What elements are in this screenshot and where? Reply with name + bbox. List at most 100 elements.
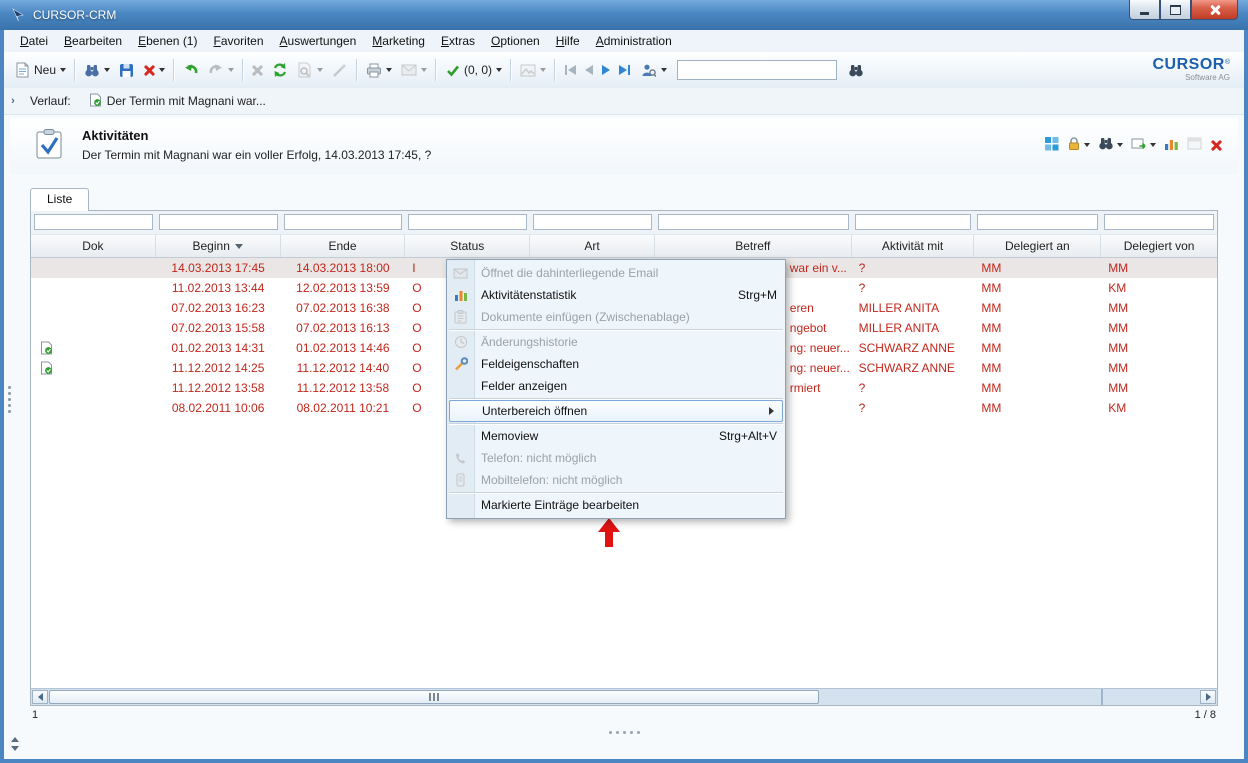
menu-extras[interactable]: Extras: [433, 31, 483, 51]
print-button[interactable]: [361, 59, 396, 82]
menu-favoriten[interactable]: Favoriten: [205, 31, 271, 51]
save-button[interactable]: [114, 59, 139, 82]
refresh-button[interactable]: [267, 59, 292, 82]
document-search-button: [292, 59, 327, 82]
menu-bearbeiten[interactable]: Bearbeiten: [56, 31, 130, 51]
chevron-down-icon: [661, 68, 667, 72]
filter-input-status[interactable]: [408, 214, 527, 230]
filter-input-dok[interactable]: [34, 214, 153, 230]
horizontal-scrollbar[interactable]: [31, 688, 1217, 705]
menu-optionen[interactable]: Optionen: [483, 31, 548, 51]
bottom-panel-toggles[interactable]: [11, 737, 19, 751]
context-item-markierte-eintraege[interactable]: Markierte Einträge bearbeiten: [447, 494, 785, 516]
left-splitter-handle[interactable]: [8, 386, 11, 389]
context-item-memoview[interactable]: Memoview Strg+Alt+V: [447, 425, 785, 447]
scroll-right-button[interactable]: [1200, 690, 1216, 704]
filter-input-delegiert-von[interactable]: [1104, 214, 1214, 230]
chevron-down-icon: [60, 68, 66, 72]
scroll-left-icon: [38, 693, 43, 701]
menu-administration[interactable]: Administration: [588, 31, 680, 51]
lock-button[interactable]: [1067, 136, 1090, 154]
chevron-down-icon: [1150, 143, 1156, 147]
person-search-button[interactable]: [636, 59, 671, 82]
pane-split-divider[interactable]: [1101, 689, 1103, 705]
page-header-actions: [1044, 136, 1222, 154]
column-header-art[interactable]: Art: [530, 235, 655, 257]
delete-button[interactable]: [139, 61, 169, 79]
document-search-icon: [296, 62, 313, 79]
tab-liste[interactable]: Liste: [30, 188, 89, 211]
context-item-aktivitaetenstatistik[interactable]: Aktivitätenstatistik Strg+M: [447, 284, 785, 306]
context-item-felder-anzeigen[interactable]: Felder anzeigen: [447, 375, 785, 397]
column-header-status[interactable]: Status: [405, 235, 530, 257]
chevron-down-icon: [421, 68, 427, 72]
chevron-down-icon: [386, 68, 392, 72]
column-header-betreff[interactable]: Betreff: [655, 235, 852, 257]
context-item-unterbereich-oeffnen[interactable]: Unterbereich öffnen: [449, 400, 783, 422]
export-icon: [1131, 137, 1147, 154]
column-header-ende[interactable]: Ende: [281, 235, 406, 257]
context-item-feldeigenschaften[interactable]: Feldeigenschaften: [447, 353, 785, 375]
filter-input-betreff[interactable]: [658, 214, 849, 230]
panel-collapse-icon[interactable]: ›: [4, 95, 22, 107]
chevron-down-icon: [1084, 143, 1090, 147]
column-header-delegiert-von[interactable]: Delegiert von: [1101, 235, 1217, 257]
filter-input-ende[interactable]: [284, 214, 403, 230]
new-button[interactable]: Neu: [10, 59, 70, 82]
close-button[interactable]: [1191, 0, 1238, 20]
column-header-delegiert-an[interactable]: Delegiert an: [974, 235, 1101, 257]
undo-button[interactable]: [178, 59, 203, 82]
menu-separator: [449, 398, 783, 399]
cell-dok: [31, 258, 156, 278]
column-header-dok[interactable]: Dok: [31, 235, 156, 257]
quick-search-input[interactable]: [677, 60, 837, 80]
bottom-panel-handle[interactable]: [4, 724, 1244, 740]
context-item-dokumente-einfuegen: Dokumente einfügen (Zwischenablage): [447, 306, 785, 328]
wand-icon: [331, 62, 348, 79]
column-header-aktivitaet-mit[interactable]: Aktivität mit: [852, 235, 975, 257]
history-clock-icon: [452, 334, 469, 350]
header-search-button[interactable]: [1098, 136, 1123, 154]
scrollbar-thumb[interactable]: [49, 690, 819, 704]
history-entry[interactable]: Der Termin mit Magnani war...: [89, 93, 266, 110]
menu-ebenen[interactable]: Ebenen (1): [130, 31, 205, 51]
paste-icon: [452, 309, 469, 325]
chevron-down-icon: [1117, 143, 1123, 147]
menu-separator: [449, 329, 783, 330]
scroll-left-button[interactable]: [32, 690, 48, 704]
menu-auswertungen[interactable]: Auswertungen: [272, 31, 365, 51]
filter-input-aktivitaet-mit[interactable]: [855, 214, 972, 230]
selection-count-button[interactable]: (0, 0): [440, 59, 506, 82]
close-view-button[interactable]: [1210, 139, 1222, 151]
nav-next-button[interactable]: [602, 65, 610, 75]
shortcut-label: Strg+Alt+V: [699, 429, 777, 443]
grid-view-button[interactable]: [1044, 136, 1059, 154]
statistics-button[interactable]: [1164, 137, 1179, 154]
find-button[interactable]: [843, 59, 868, 82]
filter-input-beginn[interactable]: [159, 214, 278, 230]
nav-last-button[interactable]: [619, 65, 630, 75]
toolbar-separator: [554, 59, 555, 81]
maximize-button[interactable]: [1160, 0, 1191, 20]
cut-button: [247, 61, 267, 79]
back-arrow-icon: [182, 62, 199, 79]
menu-hilfe[interactable]: Hilfe: [548, 31, 588, 51]
minimize-button[interactable]: [1129, 0, 1160, 20]
chevron-down-icon: [104, 68, 110, 72]
filter-input-art[interactable]: [533, 214, 652, 230]
chevron-down-icon: [540, 68, 546, 72]
toolbar: Neu: [4, 52, 1244, 89]
nav-first-button: [565, 65, 576, 75]
mobile-phone-icon: [452, 472, 469, 488]
delete-icon: [143, 64, 155, 76]
scroll-right-icon: [1206, 693, 1211, 701]
export-button[interactable]: [1131, 137, 1156, 154]
search-button[interactable]: [79, 59, 114, 82]
column-header-beginn[interactable]: Beginn: [156, 235, 281, 257]
status-bar: 1 1 / 8: [30, 709, 1218, 723]
menu-marketing[interactable]: Marketing: [364, 31, 433, 51]
context-item-open-email: Öffnet die dahinterliegende Email: [447, 262, 785, 284]
menu-datei[interactable]: Datei: [12, 31, 56, 51]
title-bar[interactable]: CURSOR-CRM: [0, 0, 1248, 30]
filter-input-delegiert-an[interactable]: [977, 214, 1098, 230]
